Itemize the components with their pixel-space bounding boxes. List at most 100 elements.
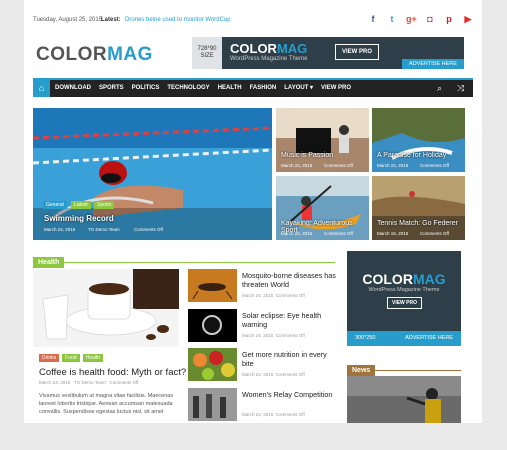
ad-subtitle: WordPress Magazine Theme (368, 287, 440, 293)
hero-title[interactable]: Swimming Record (44, 214, 114, 223)
tile-title[interactable]: A Paradise for Holiday (377, 152, 446, 159)
googleplus-icon[interactable]: g+ (406, 14, 417, 24)
ad-logo-part2: MAG (412, 271, 446, 287)
social-links: f t g+ ◘ p ▶ (368, 14, 473, 24)
nav-item-sports[interactable]: SPORTS (99, 80, 124, 97)
nav-items: DOWNLOAD SPORTS POLITICS TECHNOLOGY HEAL… (55, 80, 351, 97)
nav-item-technology[interactable]: TECHNOLOGY (167, 80, 209, 97)
list-comments[interactable]: Comments Off (276, 293, 305, 298)
hero-comments[interactable]: Comments Off (134, 227, 163, 232)
tile-title[interactable]: Tennis Match: Go Federer (377, 220, 458, 227)
sidebar-advert[interactable]: COLORMAG WordPress Magazine Theme VIEW P… (347, 251, 461, 346)
list-comments[interactable]: Comments Off (276, 333, 305, 338)
category-sports[interactable]: Sports (94, 201, 115, 209)
ad-footer-bar: 300*250 ADVERTISE HERE (347, 331, 461, 346)
tile-comments[interactable]: Comments Off (324, 163, 353, 168)
header-advert[interactable]: 728*90 SIZE COLORMAG WordPress Magazine … (192, 37, 464, 69)
section-title[interactable]: News (347, 365, 376, 376)
site-logo[interactable]: COLORMAG (36, 44, 153, 66)
fruit-image (188, 348, 237, 381)
youtube-icon[interactable]: ▶ (463, 14, 473, 24)
tile-comments[interactable]: Comments Off (420, 163, 449, 168)
logo-part2: MAG (107, 44, 153, 65)
nav-item-layout[interactable]: LAYOUT ▾ (284, 80, 313, 97)
list-item[interactable]: Get more nutrition in every bite March 2… (188, 348, 338, 384)
firefighter-image (347, 376, 461, 423)
list-title[interactable]: Get more nutrition in every bite (242, 350, 338, 368)
ad-logo-part2: MAG (276, 41, 308, 56)
tile-date: March 19, 2015 (377, 231, 409, 236)
post-tile-music[interactable]: Music is Passion March 24, 2015 Comments… (276, 108, 369, 172)
nav-item-health[interactable]: HEALTH (218, 80, 242, 97)
list-item[interactable]: Mosquito-borne diseases has threaten Wor… (188, 269, 338, 305)
ad-advertise-here[interactable]: ADVERTISE HERE (402, 59, 464, 69)
ad-view-pro-button[interactable]: VIEW PRO (387, 297, 423, 309)
ad-logo-part1: COLOR (230, 41, 277, 56)
section-title[interactable]: Health (33, 257, 65, 268)
list-meta: March 24, 2015 Comments Off (242, 412, 305, 417)
tag-health[interactable]: Health (82, 354, 104, 362)
featured-comments[interactable]: Comments Off (110, 380, 139, 385)
ad-view-pro-button[interactable]: VIEW PRO (335, 44, 380, 60)
main-navigation: ⌂ DOWNLOAD SPORTS POLITICS TECHNOLOGY HE… (33, 78, 473, 97)
hero-post[interactable]: General Latest Sports Swimming Record Ma… (33, 108, 272, 240)
list-comments[interactable]: Comments Off (276, 372, 305, 377)
tile-title[interactable]: Music is Passion (281, 152, 333, 159)
ad-size: 300*250 (355, 335, 376, 341)
nav-item-fashion[interactable]: FASHION (250, 80, 277, 97)
ad-advertise-here[interactable]: ADVERTISE HERE (405, 335, 453, 341)
featured-author[interactable]: TG Demo Team (74, 380, 106, 385)
nav-item-view-pro[interactable]: VIEW PRO (321, 80, 351, 97)
list-meta: March 24, 2015 Comments Off (242, 333, 305, 338)
facebook-icon[interactable]: f (368, 14, 378, 24)
category-general[interactable]: General (43, 201, 67, 209)
instagram-icon[interactable]: ◘ (425, 14, 435, 24)
eclipse-image (188, 309, 237, 342)
latest-news-link[interactable]: Drones beine used to monitor WordCup (125, 17, 231, 23)
search-icon[interactable]: ⌕ (437, 80, 442, 97)
hero-date: March 24, 2015 (44, 227, 76, 232)
nav-item-politics[interactable]: POLITICS (132, 80, 160, 97)
latest-label: Latest: (101, 17, 121, 23)
tag-food[interactable]: Food (62, 354, 80, 362)
section-header-health: Health (33, 251, 335, 268)
list-comments[interactable]: Comments Off (276, 412, 305, 417)
post-tile-paradise[interactable]: A Paradise for Holiday March 24, 2015 Co… (372, 108, 465, 172)
featured-health-image[interactable] (33, 269, 179, 347)
featured-title[interactable]: Coffee is health food: Myth or fact? (39, 367, 186, 378)
nav-item-download[interactable]: DOWNLOAD (55, 80, 91, 97)
featured-tags: Drinks Food Health (39, 354, 104, 362)
top-bar: Tuesday, August 25, 2015 Latest: Drones … (33, 14, 473, 28)
ad-subtitle: WordPress Magazine Theme (230, 56, 308, 62)
hero-author[interactable]: TG Demo Team (88, 227, 120, 232)
random-icon[interactable]: ⤨ (457, 80, 464, 97)
list-date: March 24, 2015 (242, 372, 274, 377)
ad-size: 728*90 (197, 46, 217, 52)
list-title[interactable]: Solar eclipse: Eye health warning (242, 311, 338, 329)
ad-size-box: 728*90 SIZE (192, 37, 222, 69)
logo-part1: COLOR (36, 44, 108, 65)
list-item[interactable]: Solar eclipse: Eye health warning March … (188, 309, 338, 345)
list-title[interactable]: Women's Relay Competition (242, 390, 338, 399)
tile-comments[interactable]: Comments Off (420, 231, 449, 236)
list-item[interactable]: Women's Relay Competition March 24, 2015… (188, 388, 338, 423)
category-latest[interactable]: Latest (71, 201, 91, 209)
ad-logo: COLORMAG (230, 41, 307, 56)
post-tile-kayaking[interactable]: Kayaking: Adventurous Sport March 20, 20… (276, 176, 369, 240)
home-icon[interactable]: ⌂ (33, 80, 50, 97)
pinterest-icon[interactable]: p (444, 14, 454, 24)
twitter-icon[interactable]: t (387, 14, 397, 24)
tag-drinks[interactable]: Drinks (39, 354, 60, 362)
post-tile-tennis[interactable]: Tennis Match: Go Federer March 19, 2015 … (372, 176, 465, 240)
tile-comments[interactable]: Comments Off (324, 231, 353, 236)
list-date: March 24, 2015 (242, 293, 274, 298)
list-date: March 24, 2015 (242, 333, 274, 338)
featured-meta: March 24, 2015 TG Demo Team Comments Off (39, 380, 138, 385)
list-title[interactable]: Mosquito-borne diseases has threaten Wor… (242, 271, 338, 289)
tile-date: March 24, 2015 (281, 163, 313, 168)
relay-image (188, 388, 237, 421)
news-image[interactable] (347, 376, 461, 423)
coffee-image (33, 269, 179, 347)
tile-date: March 24, 2015 (377, 163, 409, 168)
mosquito-image (188, 269, 237, 302)
